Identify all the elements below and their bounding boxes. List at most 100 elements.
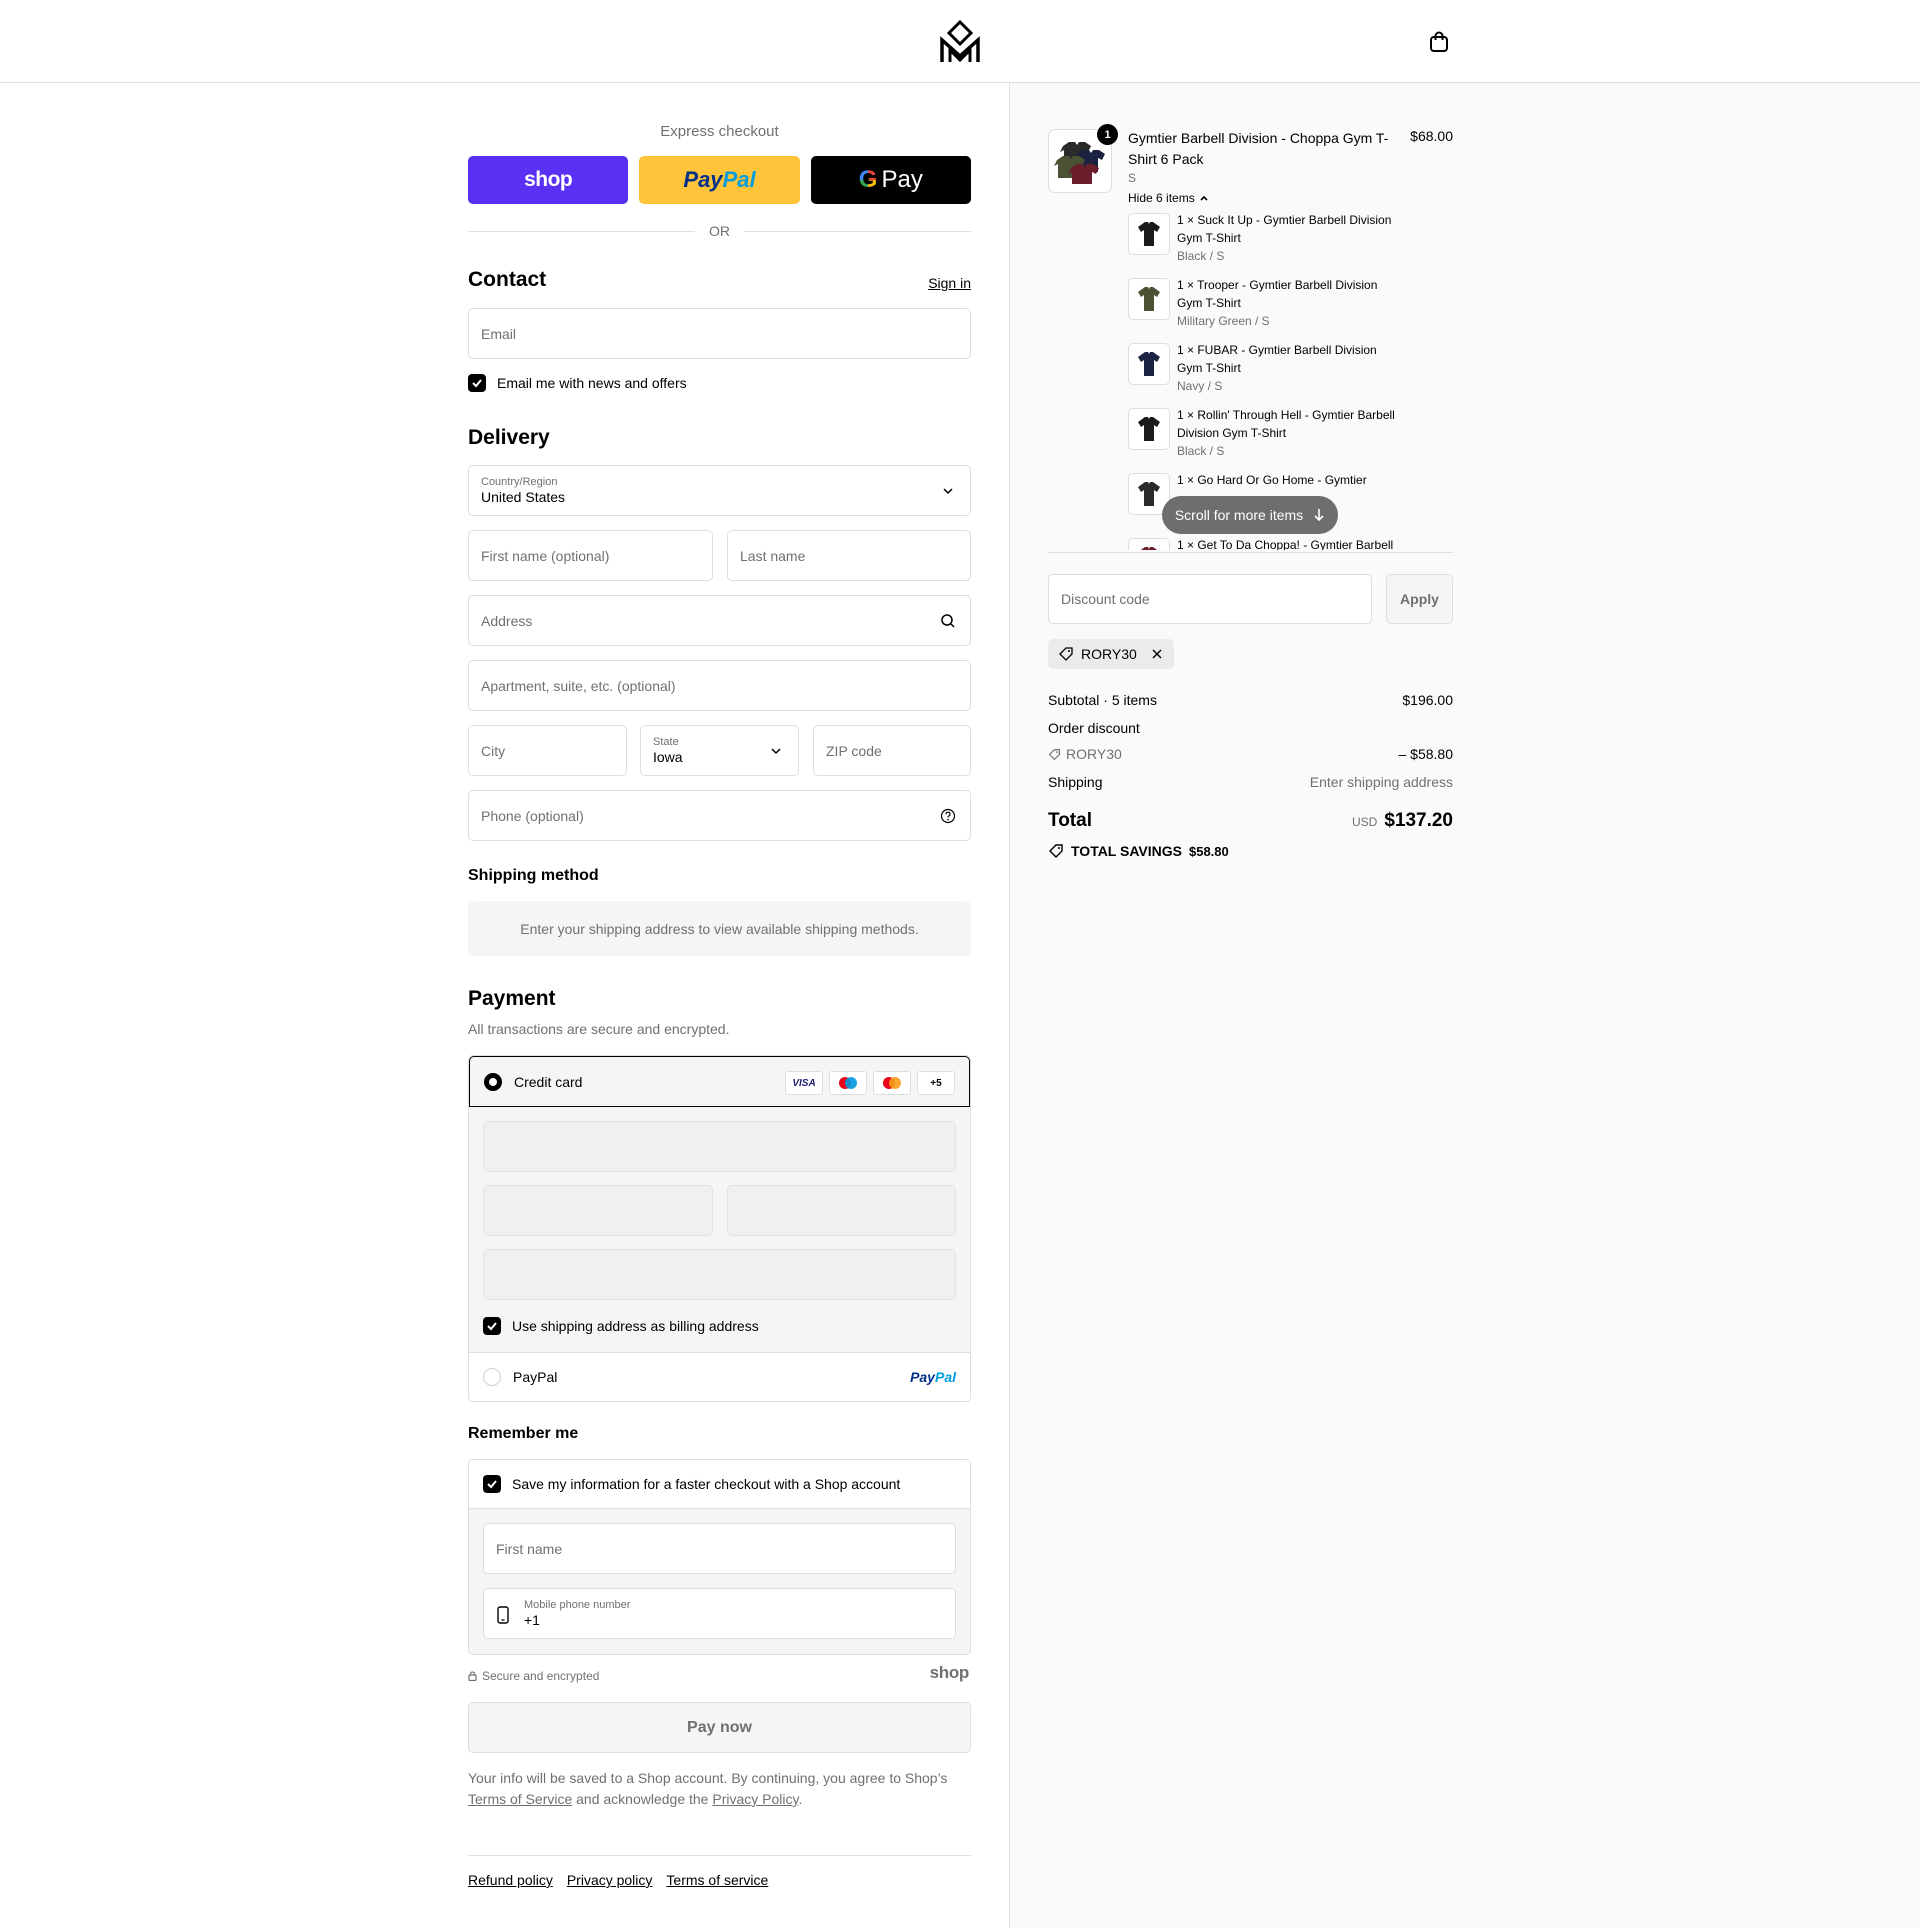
tag-icon	[1059, 647, 1073, 661]
address-field[interactable]: Address	[468, 595, 971, 646]
or-divider: OR	[468, 223, 971, 239]
sign-in-link[interactable]: Sign in	[928, 275, 971, 291]
bundle-item-variant: Black / S	[1177, 249, 1225, 263]
discount-code-chip: RORY30	[1048, 746, 1122, 762]
arrow-down-icon	[1314, 509, 1324, 522]
shipping-label: Shipping	[1048, 774, 1103, 790]
address-placeholder: Address	[481, 612, 533, 629]
credit-card-label: Credit card	[514, 1073, 583, 1090]
email-placeholder: Email	[481, 325, 517, 342]
state-select[interactable]: State Iowa	[640, 725, 799, 776]
card-name-field[interactable]	[483, 1249, 956, 1300]
card-cvv-field[interactable]	[727, 1185, 956, 1236]
card-brands: VISA +5	[785, 1071, 955, 1095]
bundle-item-thumbnail	[1128, 278, 1170, 320]
country-value: United States	[481, 489, 566, 505]
first-name-field[interactable]: First name (optional)	[468, 530, 713, 581]
privacy-policy-link[interactable]: Privacy policy	[567, 1872, 653, 1888]
shop-first-name-field[interactable]: First name	[483, 1523, 956, 1574]
remember-me-heading: Remember me	[468, 1425, 579, 1442]
lock-icon	[468, 1671, 477, 1681]
subtotal-value: $196.00	[1402, 692, 1453, 708]
more-cards-badge: +5	[917, 1071, 955, 1095]
last-name-field[interactable]: Last name	[727, 530, 971, 581]
apply-discount-button[interactable]: Apply	[1386, 574, 1453, 624]
hide-items-toggle[interactable]: Hide 6 items	[1128, 191, 1209, 205]
city-field[interactable]: City	[468, 725, 627, 776]
refund-policy-link[interactable]: Refund policy	[468, 1872, 553, 1888]
or-label: OR	[709, 223, 730, 239]
bundle-item-title: 1 × Go Hard Or Go Home - Gymtier	[1177, 473, 1367, 487]
last-name-placeholder: Last name	[740, 547, 806, 564]
shipping-method-info-text: Enter your shipping address to view avai…	[520, 920, 919, 937]
search-icon	[941, 613, 955, 628]
discount-code-row: RORY30 – $58.80	[1048, 746, 1453, 762]
legal-text-2: and acknowledge the	[572, 1791, 713, 1807]
chevron-down-icon	[943, 487, 953, 494]
help-icon[interactable]	[940, 808, 956, 824]
card-expiry-field[interactable]	[483, 1185, 713, 1236]
billing-label: Use shipping address as billing address	[512, 1318, 759, 1334]
paypal-label-1: Pay	[683, 167, 723, 192]
email-field[interactable]: Email	[468, 308, 971, 359]
total-savings-row: TOTAL SAVINGS $58.80	[1048, 843, 1229, 859]
paypal-mark-1: Pay	[910, 1369, 935, 1385]
shipping-value: Enter shipping address	[1309, 774, 1453, 790]
product-variant: S	[1128, 171, 1137, 185]
paypal-label-2: Pal	[722, 167, 756, 192]
quantity-badge: 1	[1097, 124, 1118, 145]
product-price: $68.00	[1410, 128, 1453, 144]
shop-privacy-link[interactable]: Privacy Policy	[712, 1791, 798, 1807]
payment-heading: Payment	[468, 987, 556, 1010]
shop-account-fields: First name Mobile phone number +1	[469, 1509, 970, 1654]
billing-checkbox[interactable]	[483, 1317, 501, 1335]
tshirt-icon	[1138, 222, 1160, 246]
save-info-checkbox[interactable]	[483, 1475, 501, 1493]
zip-field[interactable]: ZIP code	[813, 725, 971, 776]
paypal-radio[interactable]	[483, 1368, 501, 1386]
terms-of-service-link[interactable]: Terms of service	[666, 1872, 768, 1888]
country-select[interactable]: Country/Region United States	[468, 465, 971, 516]
shop-pay-button[interactable]: shop	[468, 156, 629, 204]
paypal-option[interactable]: PayPal PayPal	[469, 1352, 970, 1401]
mobile-phone-field[interactable]: Mobile phone number +1	[483, 1588, 956, 1639]
google-g-icon: G	[858, 166, 878, 193]
scroll-more-button[interactable]: Scroll for more items	[1162, 496, 1338, 534]
bundle-item-variant: Black / S	[1177, 444, 1225, 458]
news-label: Email me with news and offers	[497, 375, 687, 391]
credit-card-option[interactable]: Credit card VISA +5	[469, 1056, 970, 1107]
bundle-item-variant: Military Green / S	[1177, 314, 1270, 328]
card-number-field[interactable]	[483, 1121, 956, 1172]
hide-items-label: Hide 6 items	[1128, 191, 1195, 205]
contact-heading: Contact	[468, 268, 547, 291]
remember-me-box: Save my information for a faster checkou…	[468, 1459, 971, 1655]
shop-first-name-placeholder: First name	[496, 1540, 563, 1557]
footer-links: Refund policy Privacy policy Terms of se…	[468, 1855, 971, 1888]
bundle-item: 1 × Rollin' Through Hell - Gymtier Barbe…	[1177, 406, 1402, 460]
paypal-mark-2: Pal	[934, 1369, 956, 1385]
bundle-item: 1 × Trooper - Gymtier Barbell Division G…	[1177, 276, 1402, 330]
bundle-item-thumbnail	[1128, 213, 1170, 255]
pay-now-button[interactable]: Pay now	[468, 1702, 971, 1753]
cart-bag-icon[interactable]	[1427, 30, 1451, 54]
bundle-item-title: 1 × FUBAR - Gymtier Barbell Division Gym…	[1177, 343, 1377, 375]
google-pay-label: Pay	[881, 166, 923, 193]
bundle-item-title: 1 × Rollin' Through Hell - Gymtier Barbe…	[1177, 408, 1395, 440]
credit-card-radio[interactable]	[484, 1072, 502, 1091]
discount-code-field[interactable]: Discount code	[1048, 574, 1372, 624]
remove-discount-icon[interactable]	[1150, 647, 1164, 661]
shop-terms-link[interactable]: Terms of Service	[468, 1791, 572, 1807]
discount-code-label: RORY30	[1066, 746, 1122, 762]
phone-field[interactable]: Phone (optional)	[468, 790, 971, 841]
bundle-item-title: 1 × Get To Da Choppa! - Gymtier Barbell	[1177, 538, 1394, 550]
state-value: Iowa	[653, 749, 683, 765]
tshirt-icon	[1138, 352, 1160, 376]
google-pay-button[interactable]: G Pay	[810, 156, 971, 204]
applied-code-label: RORY30	[1081, 646, 1137, 662]
paypal-button[interactable]: Pay Pal	[639, 156, 800, 204]
brand-logo-icon[interactable]	[938, 20, 982, 64]
apartment-field[interactable]: Apartment, suite, etc. (optional)	[468, 660, 971, 711]
header	[0, 0, 1920, 83]
news-checkbox[interactable]	[468, 374, 486, 392]
order-discount-label: Order discount	[1048, 720, 1140, 736]
